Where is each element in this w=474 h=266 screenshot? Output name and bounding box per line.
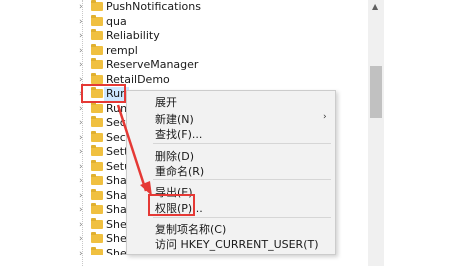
scroll-up-arrow-icon[interactable]: ▲ [372,2,378,11]
menu-item-delete[interactable]: 删除(D) [155,149,194,164]
folder-icon [91,246,103,256]
folder-icon [91,58,103,69]
folder-icon [91,217,103,229]
tree-item[interactable]: › RetailDemo [0,72,368,88]
expand-chevron-icon[interactable]: › [79,220,83,230]
menu-item-expand[interactable]: 展开 [155,95,177,110]
folder-icon [91,232,103,243]
folder-icon [91,188,103,200]
expand-chevron-icon[interactable]: › [79,191,83,201]
menu-item-copy-key-name[interactable]: 复制项名称(C) [155,222,226,237]
permissions-highlight-box [148,194,195,216]
expand-chevron-icon[interactable]: › [79,234,83,244]
tree-item-label: qua [106,14,127,28]
folder-icon [91,72,103,84]
expand-chevron-icon[interactable]: › [79,104,83,114]
folder-icon [91,14,103,26]
tree-item[interactable]: › rempl [0,43,368,59]
expand-chevron-icon[interactable]: › [79,46,83,56]
folder-icon [91,145,103,156]
expand-chevron-icon[interactable]: › [79,205,83,215]
tree-item[interactable]: › ReserveManager [0,58,368,73]
expand-chevron-icon[interactable]: › [79,60,83,70]
expand-chevron-icon[interactable]: › [79,147,83,157]
expand-chevron-icon[interactable]: › [79,2,83,12]
expand-chevron-icon[interactable]: › [79,75,83,85]
expand-chevron-icon[interactable]: › [79,176,83,186]
menu-item-goto-hkcu[interactable]: 访问 HKEY_CURRENT_USER(T) [155,237,319,252]
folder-icon [91,43,103,55]
tree-item[interactable]: › PushNotifications [0,0,368,15]
menu-separator [153,143,331,144]
folder-icon [91,203,103,214]
folder-icon [91,0,103,11]
context-menu: › 展开 新建(N) 查找(F)... 删除(D) 重命名(R) 导出(E) 权限(P)..… [126,90,336,255]
folder-icon [91,130,103,142]
menu-separator [153,217,331,218]
menu-item-rename[interactable]: 重命名(R) [155,164,204,179]
tree-scrollbar[interactable]: ▲ [368,0,384,266]
expand-chevron-icon[interactable]: › [79,31,83,41]
tree-item-label: Reliability [106,29,160,42]
run-key-highlight-box [81,84,126,103]
folder-icon [91,29,103,40]
tree-item-label: ReserveManager [106,58,199,71]
tree-item-label: rempl [106,43,138,57]
folder-icon [91,159,103,171]
expand-chevron-icon[interactable]: › [79,162,83,172]
tree-item[interactable]: › qua [0,14,368,30]
tree-item[interactable]: › Reliability [0,29,368,44]
scroll-thumb[interactable] [370,66,382,118]
folder-icon [91,174,103,185]
expand-chevron-icon[interactable]: › [79,118,83,128]
expand-chevron-icon[interactable]: › [79,17,83,27]
expand-chevron-icon[interactable]: › [79,133,83,143]
menu-item-find[interactable]: 查找(F)... [155,127,202,142]
tree-item-label: PushNotifications [106,0,201,13]
submenu-arrow-icon: › [323,112,327,122]
folder-icon [91,101,103,113]
folder-icon [91,116,103,127]
menu-separator [153,179,331,180]
menu-item-new[interactable]: 新建(N) [155,112,194,127]
